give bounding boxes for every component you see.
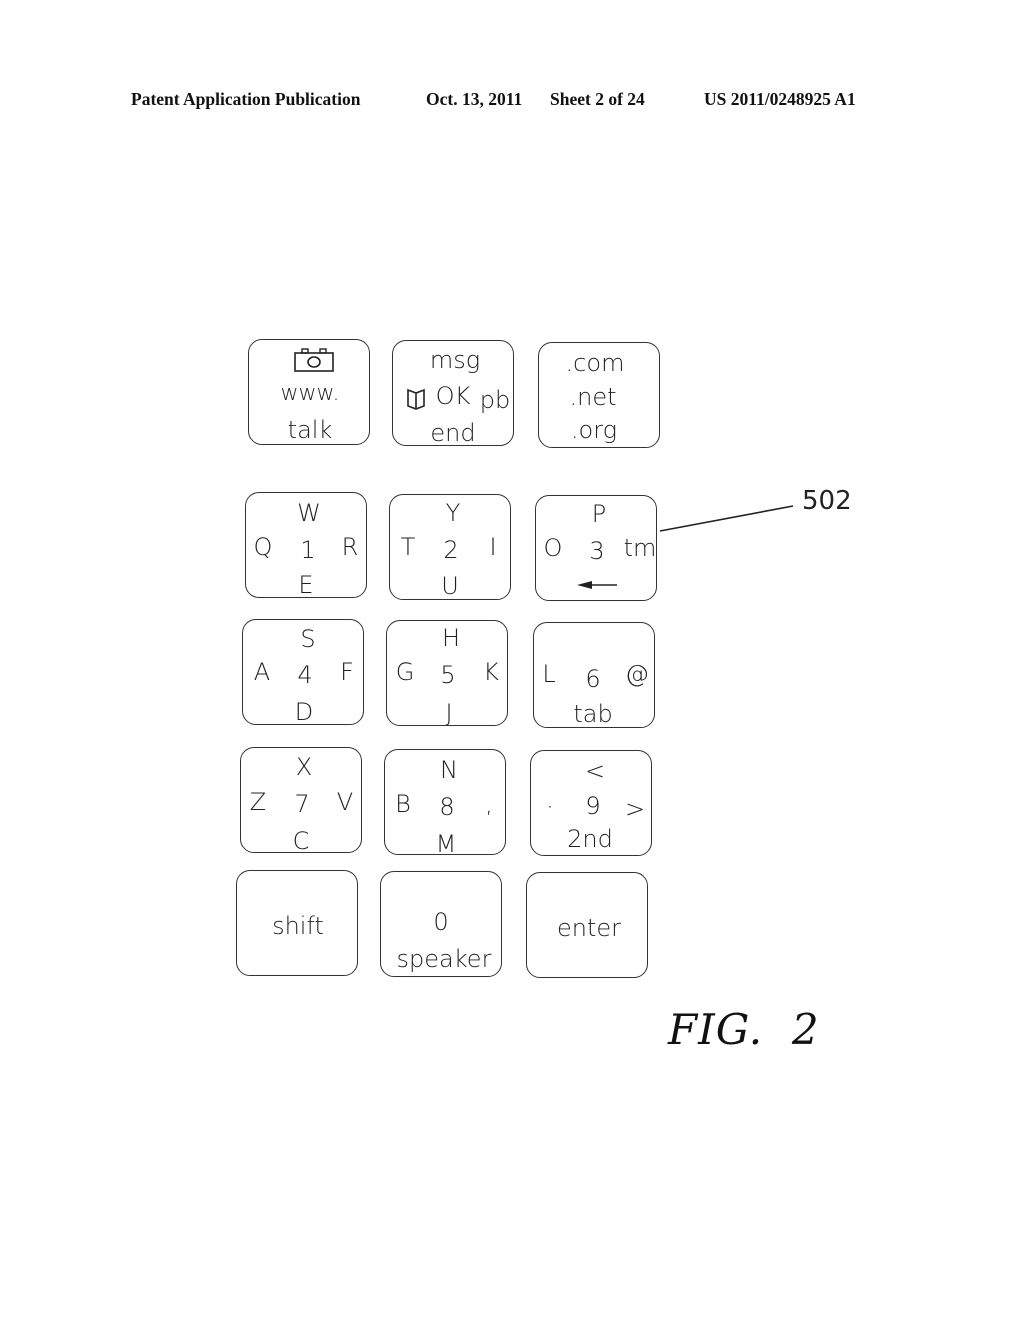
key-label-top: Y bbox=[445, 499, 461, 527]
key-label-www: www. bbox=[280, 381, 340, 406]
figure-label: FIG. 2 bbox=[668, 1005, 820, 1054]
key-label-right: , bbox=[485, 790, 493, 818]
key-label-center: 2 bbox=[443, 536, 459, 564]
key-label-left: B bbox=[395, 790, 411, 818]
key-label-left: Z bbox=[249, 788, 267, 816]
key-0-speaker[interactable]: 0 speaker bbox=[380, 871, 502, 977]
key-label-center: 6 bbox=[585, 665, 601, 693]
key-enter[interactable]: enter bbox=[526, 872, 648, 978]
key-label-center: 1 bbox=[300, 536, 316, 564]
key-6-l-tab[interactable]: L 6 @ tab bbox=[533, 622, 655, 728]
reference-numeral-502: 502 bbox=[802, 486, 852, 516]
key-shift[interactable]: shift bbox=[236, 870, 358, 976]
key-5-ghjk[interactable]: H G 5 K J bbox=[386, 620, 508, 726]
reference-leader-line bbox=[659, 505, 794, 532]
key-label-center: 8 bbox=[439, 793, 455, 821]
key-label-left: L bbox=[542, 660, 556, 688]
key-label-left: T bbox=[400, 533, 416, 561]
key-label-center: 7 bbox=[294, 790, 310, 818]
key-label-bottom: U bbox=[441, 572, 459, 600]
key-label-left: A bbox=[253, 658, 271, 686]
key-label-center: 5 bbox=[440, 661, 456, 689]
key-label-bottom: D bbox=[294, 698, 314, 726]
key-label-right: F bbox=[340, 658, 354, 686]
key-label-top: H bbox=[441, 624, 461, 652]
key-label-left: · bbox=[546, 793, 554, 821]
key-label-talk: talk bbox=[287, 416, 333, 444]
key-label-left: O bbox=[543, 534, 563, 562]
key-8-bnm[interactable]: N B 8 , M bbox=[384, 749, 506, 858]
key-label-center: 9 bbox=[585, 792, 601, 820]
key-7-zxcv[interactable]: X Z 7 V C bbox=[240, 747, 362, 853]
key-label-top: N bbox=[440, 756, 458, 784]
key-label-net: .net bbox=[569, 383, 617, 411]
key-label-end: end bbox=[430, 419, 476, 447]
key-label-top: X bbox=[295, 753, 313, 781]
key-label-right: > bbox=[624, 795, 646, 823]
key-label-bottom: J bbox=[445, 699, 453, 727]
key-label-top: P bbox=[591, 500, 607, 528]
key-label-zero: 0 bbox=[433, 908, 449, 936]
key-msg-ok-end[interactable]: msg OK pb end bbox=[392, 340, 514, 446]
key-label-pb: pb bbox=[479, 386, 511, 414]
key-label-bottom: 2nd bbox=[567, 825, 613, 853]
key-4-asdf[interactable]: S A 4 F D bbox=[242, 619, 364, 725]
key-label-right: R bbox=[341, 533, 359, 561]
key-label-right: @ bbox=[625, 660, 649, 688]
book-icon bbox=[405, 388, 427, 415]
camera-icon bbox=[293, 348, 335, 379]
key-label-bottom: E bbox=[298, 571, 314, 599]
key-label-shift: shift bbox=[272, 912, 324, 940]
key-label-right: I bbox=[489, 533, 497, 561]
key-label-right: K bbox=[483, 658, 499, 686]
key-label-speaker: speaker bbox=[396, 945, 492, 973]
key-label-left: Q bbox=[253, 533, 273, 561]
key-label-ok: OK bbox=[435, 382, 471, 410]
key-label-left: G bbox=[395, 658, 415, 686]
key-label-com: .com bbox=[565, 349, 625, 377]
key-2-tyiu[interactable]: Y T 2 I U bbox=[389, 494, 511, 600]
key-label-center: 3 bbox=[589, 537, 605, 565]
key-label-top: S bbox=[300, 625, 316, 653]
key-label-bottom: C bbox=[292, 827, 310, 855]
key-label-bottom: M bbox=[435, 830, 457, 858]
key-label-msg: msg bbox=[429, 346, 481, 374]
key-label-org: .org bbox=[570, 416, 618, 444]
key-label-right: V bbox=[336, 788, 354, 816]
key-9-2nd[interactable]: < · 9 > 2nd bbox=[530, 750, 652, 856]
key-label-top: W bbox=[297, 499, 321, 527]
key-label-enter: enter bbox=[556, 914, 622, 942]
key-3-optm[interactable]: P O 3 tm bbox=[535, 495, 657, 601]
key-domains[interactable]: .com .net .org bbox=[538, 342, 660, 448]
key-label-right: tm bbox=[623, 534, 657, 562]
key-camera-talk[interactable]: www. talk bbox=[248, 339, 370, 445]
left-arrow-icon bbox=[576, 578, 618, 596]
key-1-qwer[interactable]: W Q 1 R E bbox=[245, 492, 367, 598]
key-label-bottom: tab bbox=[573, 700, 613, 728]
key-label-center: 4 bbox=[297, 661, 313, 689]
key-label-top: < bbox=[584, 757, 606, 785]
